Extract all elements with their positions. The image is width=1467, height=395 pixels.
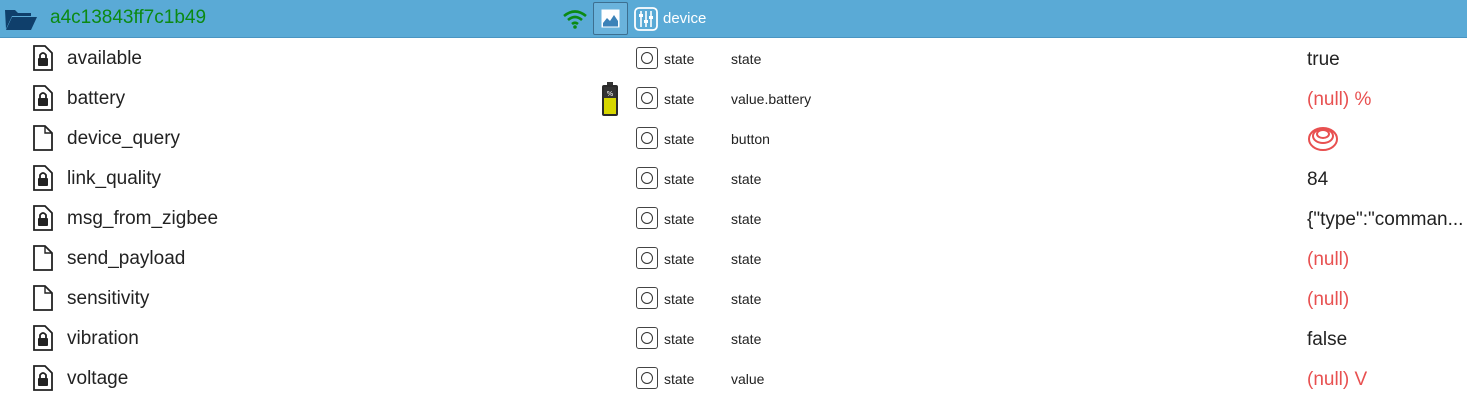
state-value[interactable]: true: [1307, 49, 1467, 71]
file-lock-icon: [33, 365, 53, 391]
state-value[interactable]: (null) %: [1307, 89, 1467, 111]
state-role: state: [731, 171, 762, 187]
state-row-device-query[interactable]: device_query state button: [0, 119, 1467, 159]
state-type: state: [664, 251, 695, 267]
folder-open-icon[interactable]: [4, 7, 38, 31]
file-lock-icon: [33, 45, 53, 71]
state-role: state: [731, 51, 762, 67]
state-type: state: [664, 171, 695, 187]
state-row-sensitivity[interactable]: sensitivity state state (null): [0, 279, 1467, 319]
state-type: state: [664, 291, 695, 307]
state-type-icon: [636, 167, 658, 189]
state-role: state: [731, 251, 762, 267]
file-lock-icon: [33, 85, 53, 111]
state-type-icon: [636, 287, 658, 309]
wifi-icon: [563, 10, 587, 29]
image-icon: [601, 9, 620, 28]
state-type: state: [664, 371, 695, 387]
state-name[interactable]: voltage: [67, 368, 128, 390]
state-value[interactable]: 84: [1307, 169, 1467, 191]
state-value[interactable]: {"type":"comman...: [1307, 209, 1467, 231]
state-name[interactable]: msg_from_zigbee: [67, 208, 218, 230]
state-name[interactable]: battery: [67, 88, 125, 110]
state-role: value: [731, 371, 765, 387]
state-name[interactable]: link_quality: [67, 168, 161, 190]
device-role-label: device: [663, 10, 707, 27]
device-header-row[interactable]: a4c13843ff7c1b49 device: [0, 0, 1467, 38]
svg-text:%: %: [607, 90, 614, 98]
file-icon: [33, 125, 53, 151]
state-value[interactable]: (null): [1307, 289, 1467, 311]
state-role: value.battery: [731, 91, 812, 107]
state-type-icon: [636, 127, 658, 149]
file-lock-icon: [33, 205, 53, 231]
state-row-available[interactable]: available state state true: [0, 39, 1467, 79]
image-button[interactable]: [593, 2, 628, 35]
state-row-link-quality[interactable]: link_quality state state 84: [0, 159, 1467, 199]
state-value[interactable]: (null): [1307, 249, 1467, 271]
state-value[interactable]: (null) V: [1307, 369, 1467, 391]
file-lock-icon: [33, 165, 53, 191]
state-row-msg-from-zigbee[interactable]: msg_from_zigbee state state {"type":"com…: [0, 199, 1467, 239]
file-icon: [33, 285, 53, 311]
state-type: state: [664, 131, 695, 147]
sliders-icon: [634, 7, 658, 31]
state-name[interactable]: vibration: [67, 328, 139, 350]
state-role: button: [731, 131, 770, 147]
state-type: state: [664, 211, 695, 227]
state-type-icon: [636, 207, 658, 229]
battery-icon: %: [602, 82, 618, 116]
state-type-icon: [636, 87, 658, 109]
state-type: state: [664, 331, 695, 347]
state-row-send-payload[interactable]: send_payload state state (null): [0, 239, 1467, 279]
state-type: state: [664, 51, 695, 67]
state-type: state: [664, 91, 695, 107]
state-row-voltage[interactable]: voltage state value (null) V: [0, 359, 1467, 395]
state-type-icon: [636, 247, 658, 269]
state-name[interactable]: available: [67, 48, 142, 70]
state-type-icon: [636, 47, 658, 69]
state-name[interactable]: send_payload: [67, 248, 185, 270]
state-name[interactable]: sensitivity: [67, 288, 149, 310]
state-name[interactable]: device_query: [67, 128, 180, 150]
state-value[interactable]: false: [1307, 329, 1467, 351]
file-icon: [33, 245, 53, 271]
state-row-battery[interactable]: battery % state value.battery (null) %: [0, 79, 1467, 119]
state-type-icon: [636, 367, 658, 389]
state-row-vibration[interactable]: vibration state state false: [0, 319, 1467, 359]
device-id-label[interactable]: a4c13843ff7c1b49: [50, 7, 206, 29]
state-role: state: [731, 211, 762, 227]
file-lock-icon: [33, 325, 53, 351]
push-button-icon[interactable]: [1307, 124, 1339, 152]
state-role: state: [731, 291, 762, 307]
state-role: state: [731, 331, 762, 347]
state-type-icon: [636, 327, 658, 349]
